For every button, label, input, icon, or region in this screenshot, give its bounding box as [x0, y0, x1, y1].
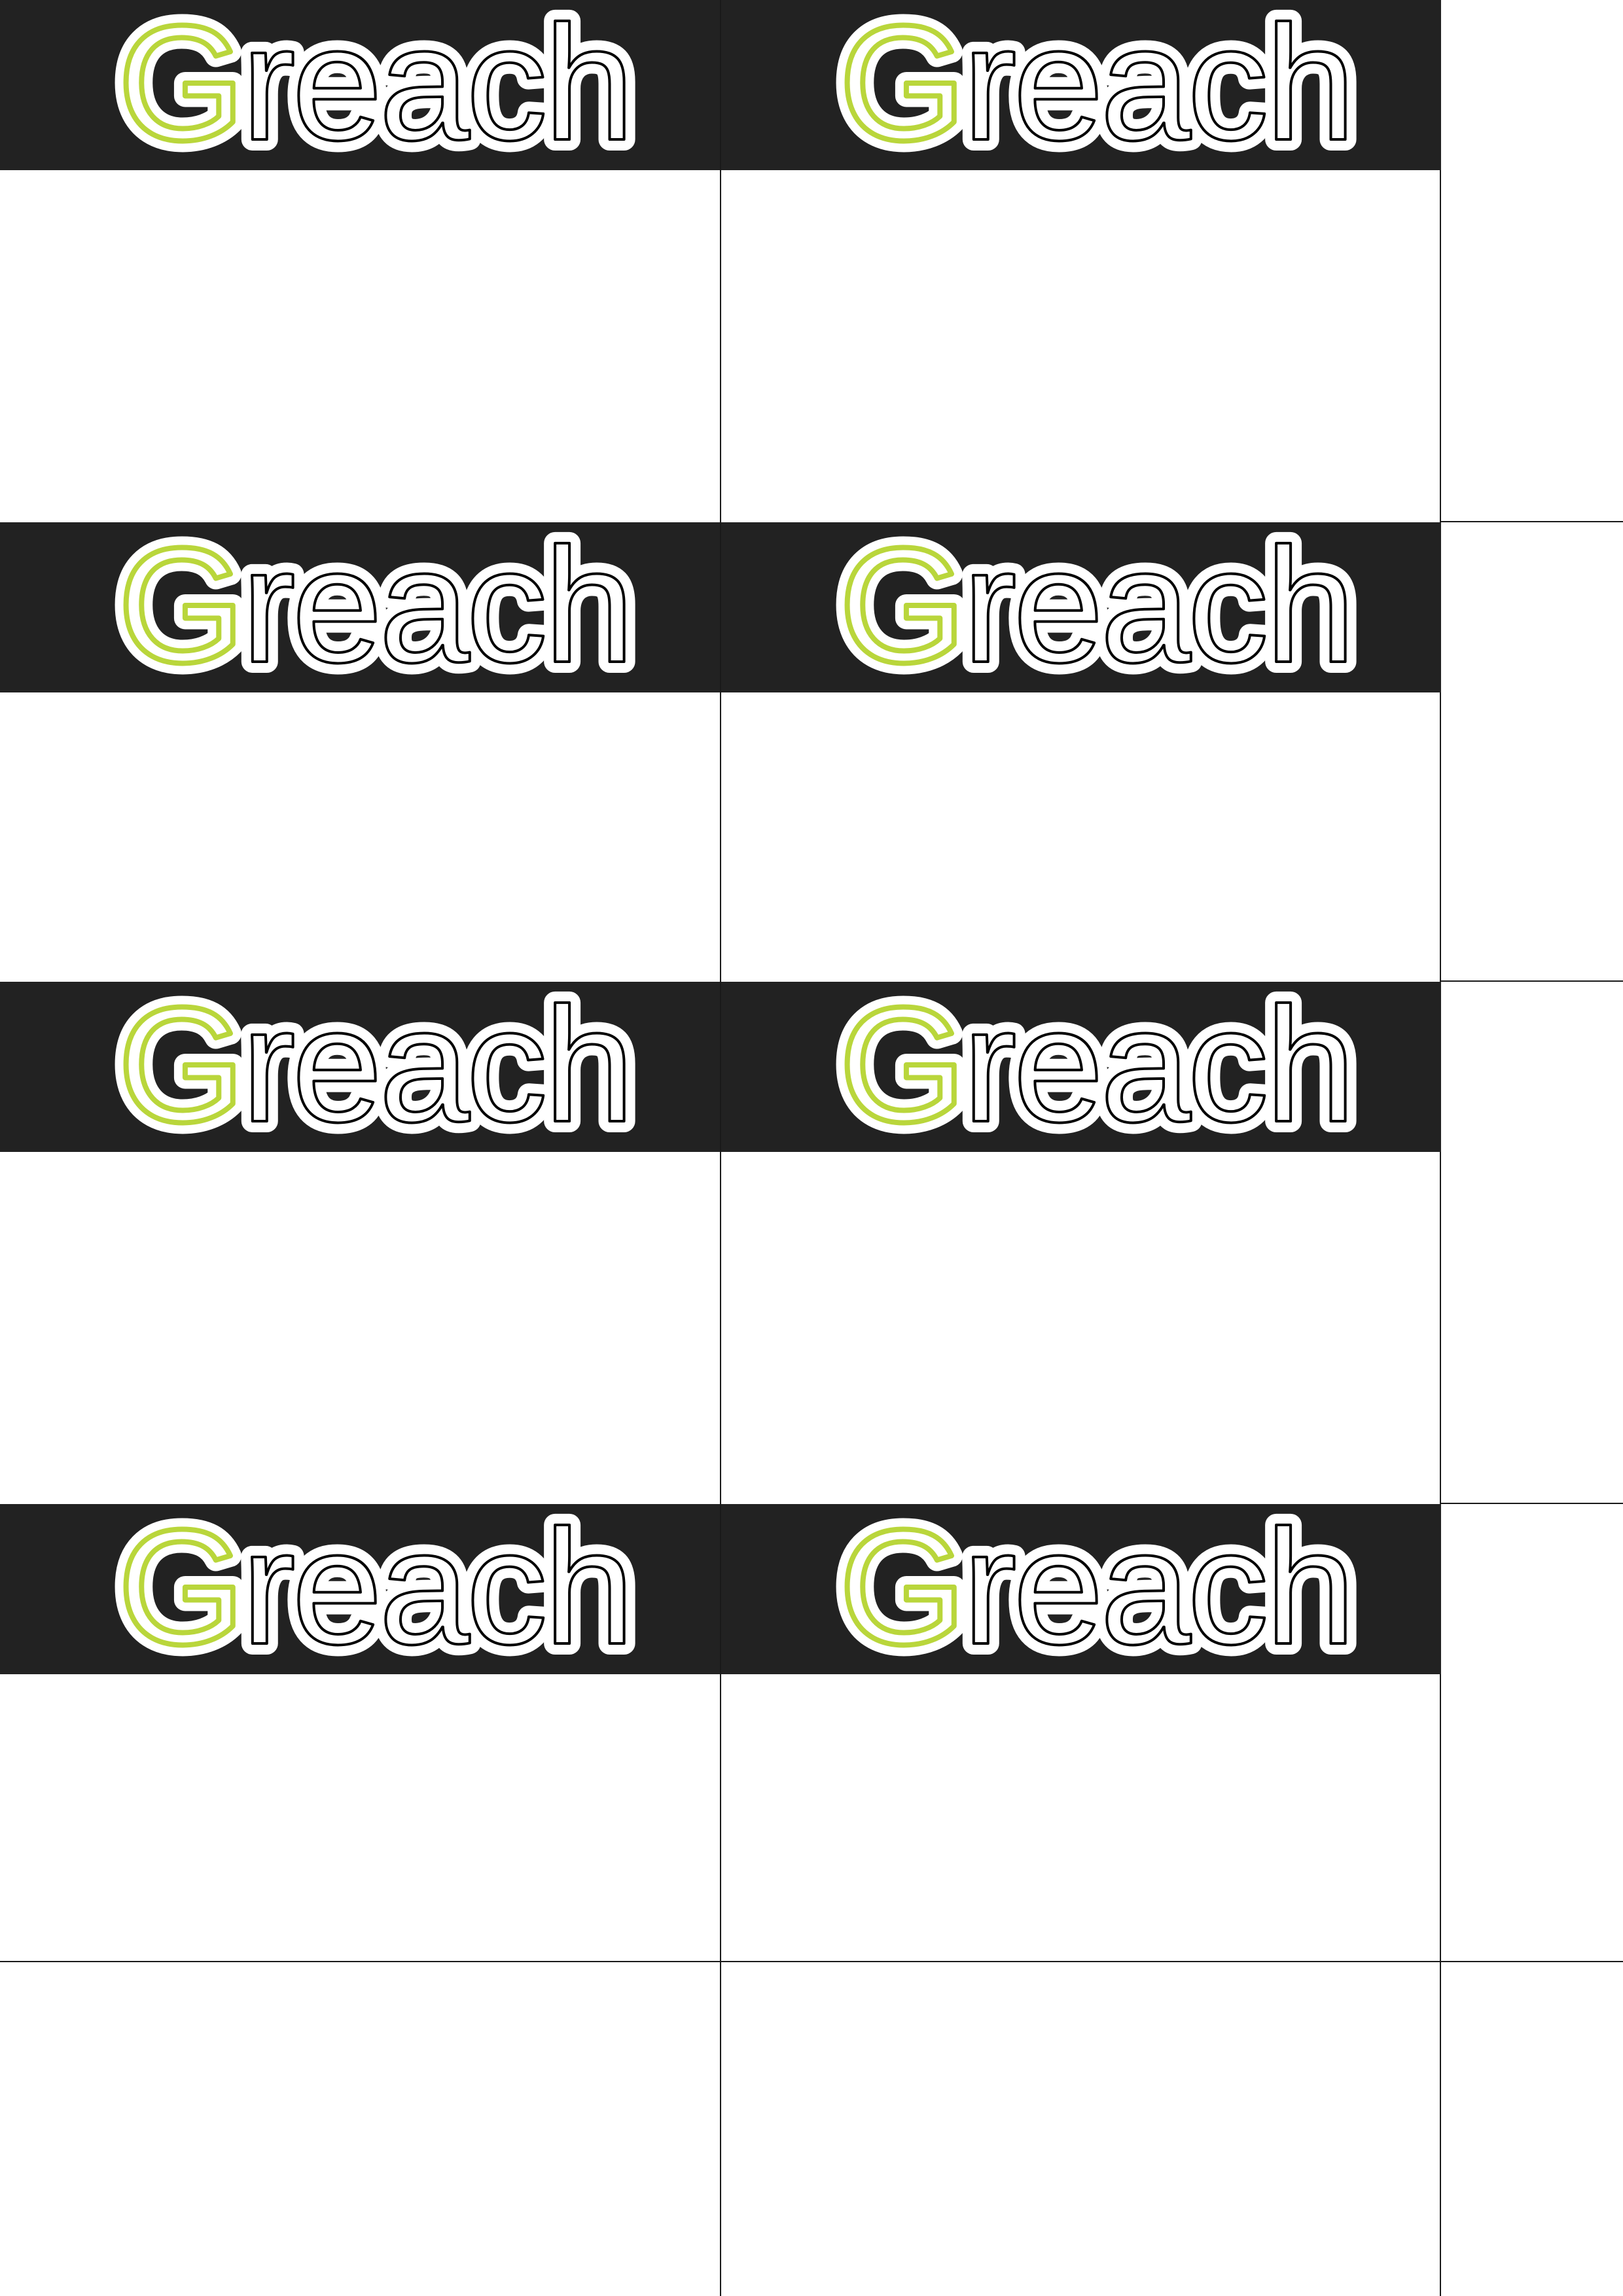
svg-text:Greach: Greach	[839, 0, 1352, 174]
svg-text:Greach: Greach	[839, 1496, 1352, 1678]
greach-logo: Greach Greach	[828, 503, 1367, 708]
greach-logo: Greach Greach	[828, 962, 1367, 1167]
greach-logo: Greach Greach	[107, 0, 646, 185]
card-header: Greach Greach	[721, 1484, 1441, 1689]
card-header: Greach Greach	[721, 0, 1441, 185]
svg-text:Greach: Greach	[118, 973, 631, 1156]
svg-text:Greach: Greach	[118, 514, 631, 696]
label-sheet: Greach Greach Greach Greach Greach Greac…	[0, 0, 1623, 2296]
greach-logo: Greach Greach	[107, 503, 646, 708]
card-header: Greach Greach	[721, 962, 1441, 1167]
card-header: Greach Greach	[0, 0, 720, 185]
greach-logo: Greach Greach	[107, 962, 646, 1167]
greach-logo: Greach Greach	[828, 1484, 1367, 1689]
card-header: Greach Greach	[0, 1484, 720, 1689]
horizontal-cut-line	[1440, 1503, 1623, 1504]
card-header: Greach Greach	[0, 503, 720, 708]
svg-text:Greach: Greach	[839, 973, 1352, 1156]
card-header: Greach Greach	[0, 962, 720, 1167]
horizontal-cut-line	[1440, 521, 1623, 522]
greach-logo: Greach Greach	[107, 1484, 646, 1689]
svg-text:Greach: Greach	[118, 0, 631, 174]
svg-text:Greach: Greach	[839, 514, 1352, 696]
horizontal-cut-line	[1440, 980, 1623, 982]
svg-text:Greach: Greach	[118, 1496, 631, 1678]
horizontal-cut-line	[0, 1961, 1623, 1962]
greach-logo: Greach Greach	[828, 0, 1367, 185]
card-header: Greach Greach	[721, 503, 1441, 708]
